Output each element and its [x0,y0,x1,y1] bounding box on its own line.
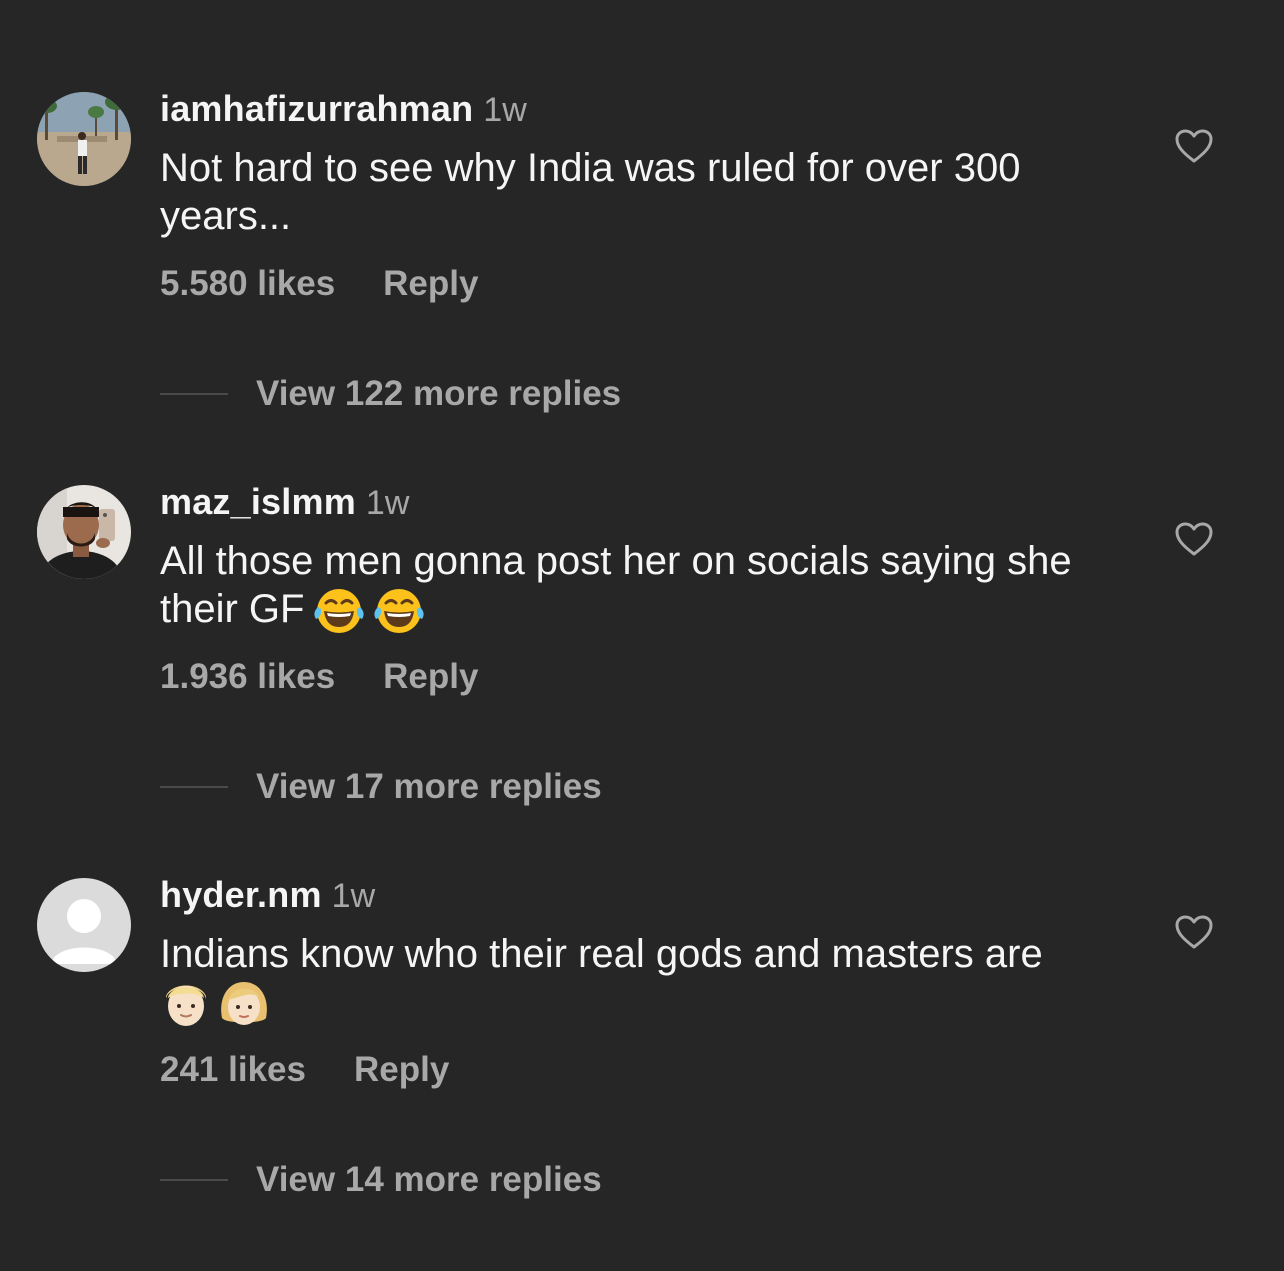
heart-icon[interactable] [1174,128,1214,164]
username[interactable]: iamhafizurrahman [160,88,473,129]
comment-item: iamhafizurrahman 1w Not hard to see why I… [0,91,1284,485]
comment-actions: 5.580 likes Reply [160,264,478,304]
heart-icon[interactable] [1174,521,1214,557]
comment-actions: 1.936 likes Reply [160,657,478,697]
reply-thread-line [160,786,228,788]
comment-header: maz_islmm 1w [160,484,410,522]
previous-item-fragment [0,0,1284,10]
likes-count[interactable]: 1.936 likes [160,657,335,696]
comment-text: Not hard to see why India was ruled for … [160,144,1140,240]
default-avatar-icon[interactable] [37,878,131,972]
reply-button[interactable]: Reply [383,264,478,303]
comment-text-content: Indians know who their real gods and mas… [160,932,1043,976]
comment-text-content: All those men gonna post her on socials … [160,539,1072,631]
view-replies-label[interactable]: View 122 more replies [256,374,621,414]
timestamp: 1w [331,877,376,915]
blond-man-emoji [166,985,206,1027]
blond-woman-emoji [221,982,267,1026]
timestamp: 1w [483,91,527,129]
comment-emojis [160,978,270,1030]
face-with-tears-of-joy-emoji [314,589,365,634]
comment-item: hyder.nm 1w Indians know who their real g… [0,877,1284,1271]
comment-text: All those men gonna post her on socials … [160,537,1140,635]
comment-text: Indians know who their real gods and mas… [160,930,1140,1030]
view-replies-label[interactable]: View 17 more replies [256,767,602,807]
comment-header: hyder.nm 1w [160,877,376,915]
likes-count[interactable]: 241 likes [160,1050,306,1089]
view-replies-label[interactable]: View 14 more replies [256,1160,602,1200]
avatar[interactable] [37,92,131,186]
reply-thread-line [160,1179,228,1181]
timestamp: 1w [365,484,410,522]
username[interactable]: maz_islmm [160,481,356,522]
comment-header: iamhafizurrahman 1w [160,91,527,129]
heart-icon[interactable] [1174,914,1214,950]
reply-button[interactable]: Reply [354,1050,449,1089]
likes-count[interactable]: 5.580 likes [160,264,335,303]
comment-actions: 241 likes Reply [160,1050,449,1090]
comment-item: maz_islmm 1w All those men gonna post her… [0,484,1284,878]
comment-emojis [312,587,426,635]
reply-thread-line [160,393,228,395]
reply-button[interactable]: Reply [383,657,478,696]
comment-text-content: Not hard to see why India was ruled for … [160,146,1021,238]
username[interactable]: hyder.nm [160,874,322,915]
avatar[interactable] [37,485,131,579]
face-with-tears-of-joy-emoji [374,589,425,634]
